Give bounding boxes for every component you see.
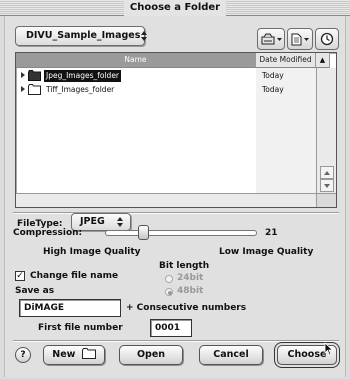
new-folder-icon [81,348,96,359]
save-as-field[interactable]: DiMAGE [19,299,121,317]
bit-24-label: 24bit [177,273,204,283]
new-button-label: New [52,349,76,360]
save-as-label: Save as [15,286,55,296]
location-popup[interactable]: DIVU_Sample_Images [15,26,148,46]
change-name-checkbox[interactable]: ✓ [15,271,25,281]
bit-24-radio[interactable] [165,275,173,283]
title-bar[interactable]: Choose a Folder [0,0,350,16]
cancel-button[interactable]: Cancel [199,345,263,365]
compression-slider[interactable] [105,230,257,236]
list-item[interactable]: Tiff_Images_folder Today [16,83,316,96]
scrollbar-corner [316,193,336,207]
folder-icon [28,84,41,95]
column-header-date[interactable]: Date Modified [256,53,316,68]
compression-slider-thumb[interactable] [138,225,149,240]
file-name: Jpeg_Images_folder [44,70,122,82]
window-title: Choose a Folder [123,0,227,16]
low-quality-label: Low Image Quality [219,247,314,257]
file-list[interactable]: Name Date Modified ▲ Jpeg_Images_folder … [15,52,337,208]
help-button[interactable]: ? [15,347,31,363]
mouse-cursor-icon [324,342,334,356]
first-file-number-label: First file number [38,323,123,333]
dropdown-triangle-icon [304,37,309,41]
location-popup-value: DIVU_Sample_Images [26,30,141,41]
vertical-scrollbar[interactable] [316,68,336,193]
open-button[interactable]: Open [119,345,183,365]
high-quality-label: High Image Quality [43,247,141,257]
disclosure-triangle-icon[interactable] [21,72,25,78]
change-name-label: Change file name [30,271,119,281]
divider [13,212,339,214]
file-date: Today [262,71,284,80]
new-folder-button[interactable]: New [43,345,105,365]
clock-icon [320,32,334,46]
horizontal-scrollbar[interactable] [16,193,316,207]
disk-icon [261,33,274,45]
scroll-up-arrow-icon[interactable] [320,166,334,179]
bit-48-radio[interactable] [165,288,173,296]
disclosure-triangle-icon[interactable] [21,86,25,92]
compression-value: 21 [265,228,278,238]
first-file-number-field[interactable]: 0001 [150,319,192,337]
recent-button[interactable] [315,28,339,50]
bit-length-label: Bit length [159,261,210,271]
column-header-name[interactable]: Name [16,53,256,68]
document-icon [291,33,302,45]
divider [13,340,339,342]
popup-arrows-icon [116,216,124,228]
scroll-down-arrow-icon[interactable] [320,179,334,192]
compression-label: Compression: [13,228,83,238]
bit-48-label: 48bit [177,286,204,296]
consecutive-numbers-label: + Consecutive numbers [126,303,247,313]
disk-button[interactable] [257,28,285,50]
choose-folder-dialog: DIVU_Sample_Images Name Date Modified ▲ [4,16,346,377]
document-button[interactable] [287,28,313,50]
file-name: Tiff_Images_folder [46,85,115,94]
list-item[interactable]: Jpeg_Images_folder Today [16,69,316,82]
folder-icon [28,70,41,81]
dropdown-triangle-icon [276,37,282,41]
sort-order-icon[interactable]: ▲ [316,53,330,68]
file-date: Today [262,85,284,94]
filetype-value: JPEG [80,216,105,227]
